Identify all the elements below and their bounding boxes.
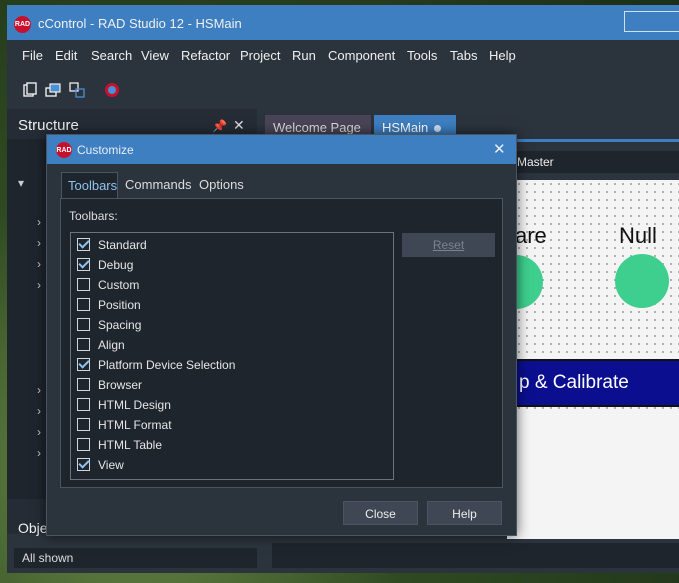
menu-project[interactable]: Project [240, 48, 280, 63]
chevron-right-icon[interactable]: › [37, 278, 41, 292]
tab-label: Welcome Page [273, 120, 361, 135]
menu-file[interactable]: File [22, 48, 43, 63]
form-designer-canvas-lower [507, 415, 679, 539]
toolbar-item-label: Position [98, 298, 141, 312]
chevron-right-icon[interactable]: › [37, 257, 41, 271]
toolbar-item-label: View [98, 458, 124, 472]
menu-component[interactable]: Component [328, 48, 395, 63]
toolbar-item-label: HTML Design [98, 398, 171, 412]
toolbar-item-label: Browser [98, 378, 143, 392]
menu-view[interactable]: View [141, 48, 169, 63]
toolbar-item-label: Spacing [98, 318, 142, 332]
menu-tools[interactable]: Tools [407, 48, 437, 63]
toolbar-item-label: HTML Format [98, 418, 172, 432]
designer-label-left[interactable]: are [515, 223, 547, 249]
menu-bar: File Edit Search View Refactor Project R… [7, 40, 679, 70]
close-button[interactable]: Close [343, 501, 418, 525]
designer-calibrate-button[interactable]: p & Calibrate [515, 359, 679, 407]
menu-run[interactable]: Run [292, 48, 316, 63]
dialog-close-icon[interactable]: ✕ [493, 140, 506, 158]
dialog-title: Customize [77, 143, 134, 157]
title-search-box[interactable] [624, 11, 679, 32]
tab-commands[interactable]: Commands [119, 172, 197, 198]
menu-help[interactable]: Help [489, 48, 516, 63]
toolbar-item-label: Align [98, 338, 125, 352]
title-bar: RAD cControl - RAD Studio 12 - HSMain [7, 5, 679, 40]
tab-options[interactable]: Options [193, 172, 250, 198]
rad-logo-icon: RAD [56, 142, 72, 158]
checkbox-unchecked[interactable] [77, 398, 90, 411]
new-items-icon[interactable] [22, 82, 38, 98]
main-toolbar [7, 70, 679, 108]
checkbox-unchecked[interactable] [77, 438, 90, 451]
editor-status-bar [272, 543, 679, 568]
designer-label-null[interactable]: Null [619, 223, 657, 249]
checkbox-unchecked[interactable] [77, 278, 90, 291]
checkbox-unchecked[interactable] [77, 298, 90, 311]
chevron-right-icon[interactable]: › [37, 404, 41, 418]
checkbox-unchecked[interactable] [77, 378, 90, 391]
toolbars-page: Toolbars: Standard Debug Custom Position Spa… [60, 198, 503, 488]
object-inspector-title: Obje [18, 520, 48, 536]
checkbox-unchecked[interactable] [77, 318, 90, 331]
toolbars-list[interactable]: Standard Debug Custom Position Spacing Align P… [70, 232, 394, 480]
checkmark-icon [78, 237, 90, 249]
checkmark-icon [78, 257, 90, 269]
checkbox-checked[interactable] [77, 257, 90, 271]
tab-label: HSMain [382, 120, 429, 135]
customize-dialog: RAD Customize ✕ Toolbars Commands Option… [46, 134, 517, 536]
rad-logo-icon: RAD [14, 16, 31, 33]
checkbox-checked[interactable] [77, 237, 90, 251]
checkbox-checked[interactable] [77, 357, 90, 371]
toolbar-item-label: Custom [98, 278, 140, 292]
checkbox-unchecked[interactable] [77, 338, 90, 351]
master-view-selector[interactable]: Master [507, 151, 679, 173]
chevron-right-icon[interactable]: › [37, 425, 41, 439]
open-icon[interactable] [45, 82, 61, 98]
checkbox-checked[interactable] [77, 457, 90, 471]
toolbar-item-label: Debug [98, 258, 134, 272]
chevron-right-icon[interactable]: › [37, 446, 41, 460]
dialog-title-bar: RAD Customize ✕ [47, 135, 516, 164]
toolbar-item-label: Platform Device Selection [98, 358, 236, 372]
switch-form-icon[interactable] [69, 82, 85, 98]
menu-edit[interactable]: Edit [55, 48, 77, 63]
toolbar-item-label: Standard [98, 238, 147, 252]
checkmark-icon [78, 357, 90, 369]
checkbox-unchecked[interactable] [77, 418, 90, 431]
reset-button[interactable]: Reset [402, 233, 495, 257]
menu-refactor[interactable]: Refactor [181, 48, 230, 63]
help-button[interactable]: Help [427, 501, 502, 525]
toolbars-label: Toolbars: [69, 209, 118, 223]
checkmark-icon [78, 457, 90, 469]
window-title: cControl - RAD Studio 12 - HSMain [38, 16, 242, 31]
tab-toolbars[interactable]: Toolbars [61, 172, 118, 198]
chevron-down-icon[interactable]: ▾ [18, 176, 24, 190]
chevron-right-icon[interactable]: › [37, 215, 41, 229]
object-filter[interactable]: All shown [14, 548, 257, 568]
chevron-right-icon[interactable]: › [37, 383, 41, 397]
chevron-right-icon[interactable]: › [37, 236, 41, 250]
structure-title: Structure [18, 117, 79, 134]
toolbar-item-label: HTML Table [98, 438, 163, 452]
menu-tabs[interactable]: Tabs [450, 48, 477, 63]
designer-circle-null[interactable] [615, 254, 669, 308]
structure-close-icon[interactable]: ✕ [233, 117, 245, 134]
pin-icon[interactable]: 📌 [212, 119, 227, 133]
platform-globe-icon[interactable] [104, 82, 120, 98]
modified-dot-icon [434, 125, 442, 133]
menu-search[interactable]: Search [91, 48, 132, 63]
